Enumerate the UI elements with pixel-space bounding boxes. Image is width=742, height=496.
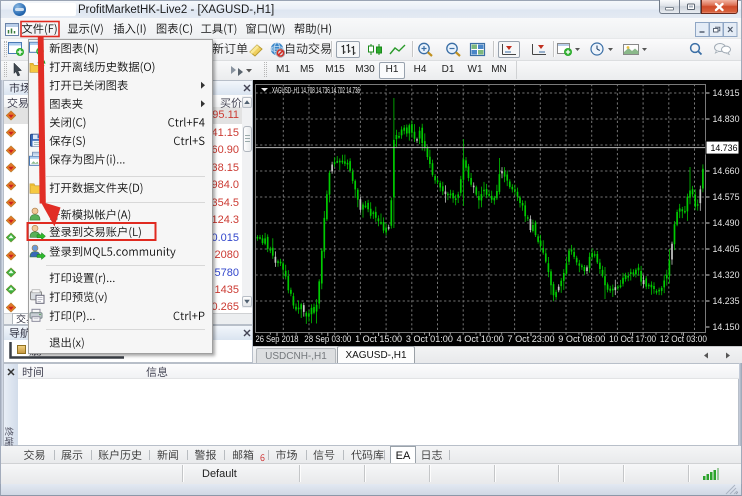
- svg-text:10 Oct 17:00: 10 Oct 17:00: [609, 334, 656, 344]
- svg-text:26 Sep 2018: 26 Sep 2018: [256, 334, 299, 344]
- svg-text:14.235: 14.235: [713, 296, 740, 306]
- svg-text:14.150: 14.150: [713, 322, 740, 332]
- svg-text:XAGUSD-,H1 14.708 14.736 14.70: XAGUSD-,H1 14.708 14.736 14.702 14.736: [272, 85, 360, 95]
- svg-text:1 Oct 15:00: 1 Oct 15:00: [355, 334, 402, 344]
- svg-text:28 Sep 03:00: 28 Sep 03:00: [304, 334, 351, 344]
- svg-text:14.320: 14.320: [713, 270, 740, 280]
- svg-text:9 Oct 08:00: 9 Oct 08:00: [558, 334, 605, 344]
- svg-text:14.830: 14.830: [713, 114, 740, 124]
- svg-text:14.915: 14.915: [713, 88, 740, 98]
- svg-text:3 Oct 01:00: 3 Oct 01:00: [406, 334, 453, 344]
- svg-text:7 Oct 23:00: 7 Oct 23:00: [508, 334, 555, 344]
- svg-text:14.660: 14.660: [713, 166, 740, 176]
- svg-text:12 Oct 03:00: 12 Oct 03:00: [660, 334, 707, 344]
- svg-text:14.575: 14.575: [713, 192, 740, 202]
- svg-text:14.490: 14.490: [713, 218, 740, 228]
- svg-text:14.405: 14.405: [713, 244, 740, 254]
- svg-text:4 Oct 10:00: 4 Oct 10:00: [457, 334, 504, 344]
- svg-text:14.736: 14.736: [711, 143, 738, 153]
